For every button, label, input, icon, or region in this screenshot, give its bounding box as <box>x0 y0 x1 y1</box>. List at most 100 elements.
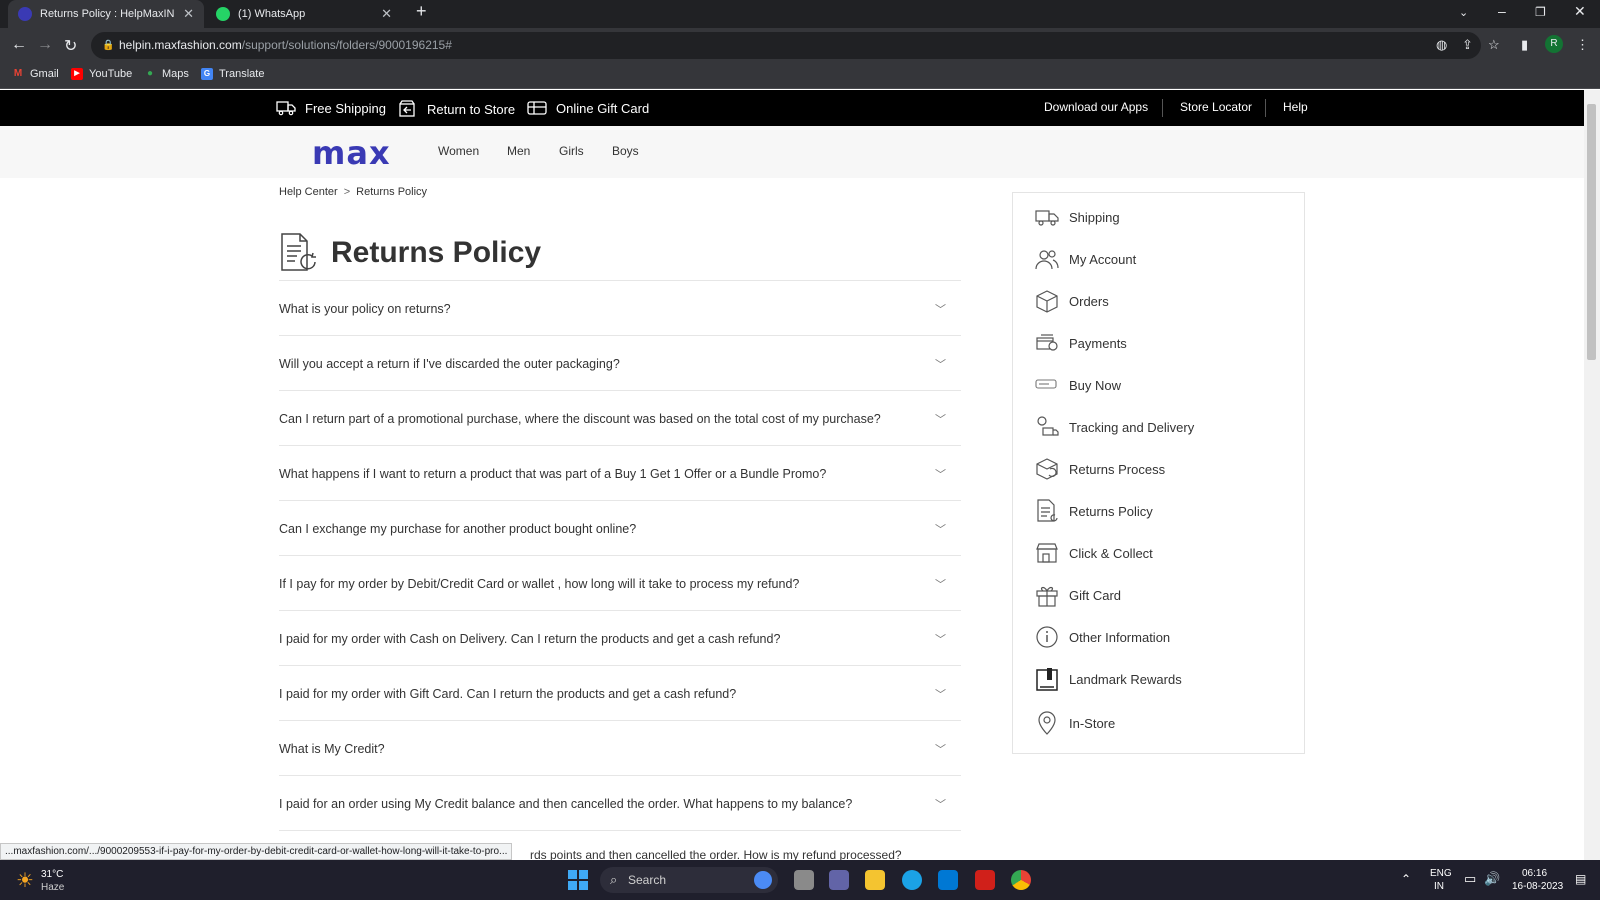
box-icon <box>1036 290 1058 313</box>
file-explorer-icon[interactable] <box>865 870 885 890</box>
url-field[interactable]: 🔒 helpin.maxfashion.com/support/solution… <box>91 32 1481 59</box>
reload-icon[interactable]: ↻ <box>64 36 77 56</box>
bookmark-youtube[interactable]: ▶ YouTube <box>71 68 132 80</box>
page-scrollbar[interactable] <box>1584 90 1600 860</box>
share-icon[interactable]: ⇪ <box>1462 37 1473 53</box>
nav-women[interactable]: Women <box>438 144 479 158</box>
weather-temperature[interactable]: 31°C <box>41 869 63 880</box>
payment-icon <box>1036 334 1058 351</box>
chevron-down-icon[interactable]: ﹀ <box>935 576 946 592</box>
menu-dots-icon[interactable]: ⋮ <box>1576 37 1589 53</box>
forward-arrow-icon[interactable]: → <box>37 36 53 54</box>
windows-taskbar: ☀ 31°C Haze ⌕ Search ⌃ ENG IN ▭ 🔊 06:16 … <box>0 860 1600 900</box>
tray-chevron-up-icon[interactable]: ⌃ <box>1401 872 1411 886</box>
sidebar-item-label: Buy Now <box>1069 377 1122 393</box>
faq-question: I paid for an order using My Credit bala… <box>279 797 853 811</box>
sidebar-item-orders[interactable]: Orders <box>1035 287 1109 315</box>
scrollbar-thumb[interactable] <box>1587 104 1596 360</box>
faq-item[interactable]: Can I exchange my purchase for another p… <box>279 500 961 555</box>
volume-icon[interactable]: 🔊 <box>1484 871 1500 887</box>
bookmark-label: Gmail <box>30 68 59 80</box>
help-link[interactable]: Help <box>1283 100 1308 114</box>
chevron-down-icon[interactable]: ﹀ <box>935 411 946 427</box>
chrome-icon[interactable] <box>1011 870 1031 890</box>
close-window-button[interactable]: ✕ <box>1574 3 1586 20</box>
sidebar-item-in-store[interactable]: In-Store <box>1035 709 1115 737</box>
download-apps-link[interactable]: Download our Apps <box>1044 100 1148 114</box>
store-locator-link[interactable]: Store Locator <box>1180 100 1252 114</box>
faq-item[interactable]: I paid for my order with Cash on Deliver… <box>279 610 961 665</box>
sidebar-item-buy-now[interactable]: Buy Now <box>1035 371 1121 399</box>
free-shipping-link[interactable]: Free Shipping <box>276 100 386 116</box>
return-to-store-link[interactable]: Return to Store <box>398 100 515 118</box>
windows-start-icon[interactable] <box>568 870 588 890</box>
bookmarks-bar: M Gmail ▶ YouTube ● Maps G Translate <box>0 63 1600 89</box>
sidebar-item-returns-process[interactable]: Returns Process <box>1035 455 1165 483</box>
breadcrumb-help-center[interactable]: Help Center <box>279 186 338 198</box>
chevron-down-icon[interactable]: ﹀ <box>935 796 946 812</box>
faq-item[interactable]: I paid for an order using My Credit bala… <box>279 775 961 830</box>
bookmark-star-icon[interactable]: ☆ <box>1488 37 1500 53</box>
edge-icon[interactable] <box>902 870 922 890</box>
microsoft-store-icon[interactable] <box>938 870 958 890</box>
bing-icon[interactable] <box>754 871 772 889</box>
chevron-down-icon[interactable]: ﹀ <box>935 631 946 647</box>
weather-icon[interactable]: ☀ <box>16 868 34 893</box>
bookmark-maps[interactable]: ● Maps <box>144 68 189 80</box>
bookmark-translate[interactable]: G Translate <box>201 68 264 80</box>
sidebar-item-label: Landmark Rewards <box>1069 671 1182 687</box>
faq-item[interactable]: What happens if I want to return a produ… <box>279 445 961 500</box>
google-lens-icon[interactable]: ◍ <box>1436 37 1447 53</box>
taskbar-search[interactable]: ⌕ Search <box>600 867 778 893</box>
sidebar-item-payments[interactable]: Payments <box>1035 329 1127 357</box>
clock-date[interactable]: 16-08-2023 <box>1512 881 1563 892</box>
faq-item[interactable]: I paid for my order with Gift Card. Can … <box>279 665 961 720</box>
bookmark-label: Translate <box>219 68 265 80</box>
task-view-icon[interactable] <box>794 870 814 890</box>
chevron-down-icon[interactable]: ﹀ <box>935 521 946 537</box>
sidebar-item-shipping[interactable]: Shipping <box>1035 203 1120 231</box>
clock-time[interactable]: 06:16 <box>1522 868 1547 879</box>
online-gift-card-link[interactable]: Online Gift Card <box>527 100 649 116</box>
tab-whatsapp[interactable]: (1) WhatsApp ✕ <box>206 0 402 28</box>
faq-item[interactable]: What is My Credit? ﹀ <box>279 720 961 775</box>
sidebar-item-tracking-delivery[interactable]: Tracking and Delivery <box>1035 413 1194 441</box>
sidebar-item-other-information[interactable]: Other Information <box>1035 623 1170 651</box>
faq-item[interactable]: What is your policy on returns? ﹀ <box>279 280 961 335</box>
chevron-down-icon[interactable]: ﹀ <box>935 466 946 482</box>
chevron-down-icon[interactable]: ﹀ <box>935 741 946 757</box>
close-tab-icon[interactable]: ✕ <box>381 6 392 22</box>
network-icon[interactable]: ▭ <box>1464 871 1476 887</box>
faq-item[interactable]: If I pay for my order by Debit/Credit Ca… <box>279 555 961 610</box>
back-arrow-icon[interactable]: ← <box>11 36 27 54</box>
teams-icon[interactable] <box>829 870 849 890</box>
language-code[interactable]: ENG <box>1430 868 1452 879</box>
profile-avatar[interactable]: R <box>1545 35 1563 53</box>
close-tab-icon[interactable]: ✕ <box>183 6 194 22</box>
max-logo[interactable]: max <box>312 134 391 172</box>
sidebar-item-gift-card[interactable]: Gift Card <box>1035 581 1121 609</box>
nav-men[interactable]: Men <box>507 144 530 158</box>
chevron-down-icon[interactable]: ﹀ <box>935 356 946 372</box>
sidebar-item-my-account[interactable]: My Account <box>1035 245 1136 273</box>
side-panel-icon[interactable]: ▮ <box>1521 37 1528 53</box>
faq-item[interactable]: Can I return part of a promotional purch… <box>279 390 961 445</box>
tab-returns-policy[interactable]: Returns Policy : HelpMaxIN ✕ <box>8 0 204 28</box>
nav-boys[interactable]: Boys <box>612 144 639 158</box>
nav-girls[interactable]: Girls <box>559 144 584 158</box>
tab-search-chevron-icon[interactable]: ⌄ <box>1459 6 1468 19</box>
sidebar-item-label: Returns Policy <box>1069 503 1153 519</box>
sidebar-item-landmark-rewards[interactable]: Landmark Rewards <box>1035 665 1182 693</box>
faq-item[interactable]: Will you accept a return if I've discard… <box>279 335 961 390</box>
bookmark-gmail[interactable]: M Gmail <box>12 68 59 80</box>
wps-office-icon[interactable] <box>975 870 995 890</box>
notification-icon[interactable]: ▤ <box>1575 872 1586 886</box>
sidebar-item-click-collect[interactable]: Click & Collect <box>1035 539 1153 567</box>
chevron-down-icon[interactable]: ﹀ <box>935 686 946 702</box>
restore-button[interactable]: ❐ <box>1535 5 1546 19</box>
chevron-down-icon[interactable]: ﹀ <box>935 301 946 317</box>
minimize-button[interactable]: – <box>1498 3 1506 19</box>
new-tab-button[interactable]: + <box>416 1 427 22</box>
truck-icon <box>276 101 296 116</box>
sidebar-item-returns-policy[interactable]: Returns Policy <box>1035 497 1153 525</box>
